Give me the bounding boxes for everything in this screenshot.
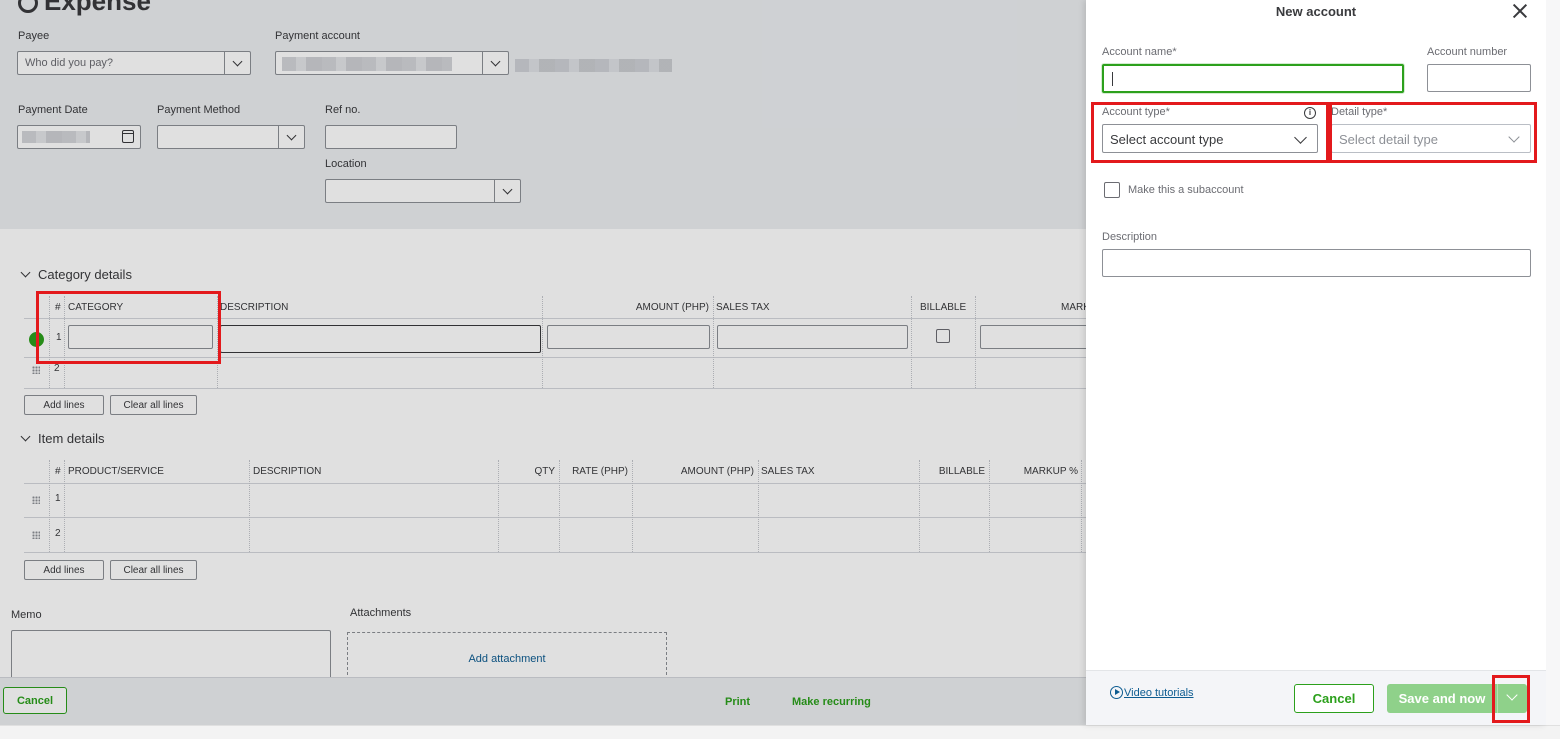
account-number-input[interactable] xyxy=(1427,64,1531,92)
new-account-panel: New account Account name* Account number… xyxy=(1086,0,1546,725)
close-icon[interactable] xyxy=(1512,3,1528,19)
detail-type-label: Detail type* xyxy=(1331,106,1388,118)
account-name-input[interactable] xyxy=(1102,64,1404,93)
chevron-down-icon xyxy=(1294,131,1307,144)
info-icon[interactable]: i xyxy=(1304,107,1316,119)
cancel-button[interactable]: Cancel xyxy=(1294,684,1374,713)
video-tutorials-text: Video tutorials xyxy=(1124,686,1194,699)
panel-title: New account xyxy=(1275,4,1357,19)
detail-type-placeholder: Select detail type xyxy=(1339,132,1439,147)
account-type-select[interactable]: Select account type xyxy=(1102,124,1318,153)
account-number-label: Account number xyxy=(1427,46,1508,58)
taskbar xyxy=(0,725,1560,739)
modal-overlay[interactable] xyxy=(0,0,1086,725)
chevron-down-icon xyxy=(1506,689,1518,701)
subaccount-label[interactable]: Make this a subaccount xyxy=(1128,184,1244,196)
save-and-new-button[interactable]: Save and now xyxy=(1387,684,1497,713)
account-type-label: Account type* xyxy=(1102,106,1170,118)
play-icon xyxy=(1110,686,1123,699)
description-label: Description xyxy=(1102,231,1158,243)
account-name-label: Account name* xyxy=(1102,46,1177,58)
video-tutorials-link[interactable]: Video tutorials xyxy=(1110,686,1194,699)
panel-footer: Video tutorials Cancel Save and now xyxy=(1086,670,1546,725)
scrollbar-track[interactable] xyxy=(1546,0,1560,725)
description-input[interactable] xyxy=(1102,249,1531,277)
account-type-placeholder: Select account type xyxy=(1110,132,1224,147)
detail-type-select[interactable]: Select detail type xyxy=(1331,124,1531,153)
chevron-down-icon xyxy=(1508,131,1520,143)
subaccount-checkbox[interactable] xyxy=(1104,182,1120,198)
text-cursor xyxy=(1112,72,1113,86)
save-options-dropdown-button[interactable] xyxy=(1497,684,1527,713)
